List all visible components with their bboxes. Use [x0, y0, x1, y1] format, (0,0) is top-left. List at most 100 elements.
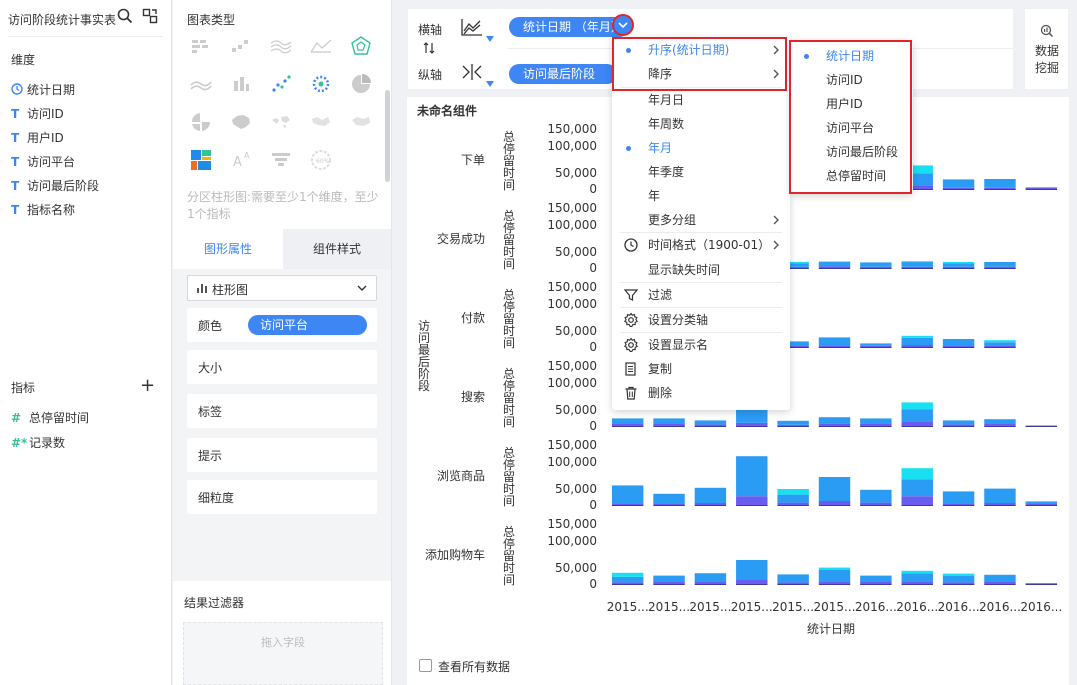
- bar-gray-icon[interactable]: [229, 72, 253, 96]
- color-property-row[interactable]: 颜色 访问平台: [187, 308, 377, 342]
- view-all-checkbox[interactable]: [419, 659, 432, 672]
- bar-segment: [1025, 187, 1058, 189]
- bar-segment: [942, 187, 975, 189]
- clock-icon: [11, 80, 27, 100]
- bar-segment: [736, 496, 768, 505]
- context-menu-item[interactable]: 更多分组: [612, 208, 790, 232]
- x-axis-field-pill[interactable]: 统计日期 （年月）: [509, 17, 629, 37]
- context-menu-item[interactable]: 年周数: [612, 112, 790, 136]
- treemap-icon[interactable]: [189, 148, 213, 172]
- y-tick-label: 150,000: [547, 280, 597, 294]
- context-menu-item[interactable]: 显示缺失时间: [612, 258, 790, 282]
- scatter-icon[interactable]: [269, 72, 293, 96]
- bar-segment: [901, 582, 933, 584]
- context-menu-item[interactable]: 复制: [612, 357, 790, 381]
- dimension-field[interactable]: T 访问最后阶段: [11, 176, 99, 196]
- sector-icon[interactable]: [189, 110, 213, 134]
- radar-icon[interactable]: [349, 34, 373, 58]
- context-menu-item[interactable]: 年月日: [612, 88, 790, 112]
- y-tick-label: 150,000: [547, 438, 597, 452]
- stacked-bar-icon[interactable]: [229, 34, 253, 58]
- dimension-field[interactable]: 统计日期: [11, 80, 75, 100]
- tab-chart-properties[interactable]: 图形属性: [173, 229, 283, 269]
- funnel-icon[interactable]: [269, 148, 293, 172]
- context-menu-item[interactable]: 删除: [612, 381, 790, 405]
- add-metric-icon[interactable]: +: [140, 377, 155, 395]
- multi-line-icon[interactable]: [269, 34, 293, 58]
- context-menu-item[interactable]: 时间格式（1900-01）: [612, 233, 790, 257]
- gauge-icon[interactable]: 60%: [309, 148, 333, 172]
- stream-icon[interactable]: [189, 72, 213, 96]
- inner-y-axis-label: 间: [503, 336, 515, 350]
- color-field-pill[interactable]: 访问平台: [248, 315, 367, 335]
- dimension-field[interactable]: T 访问ID: [11, 104, 64, 124]
- bar-segment: [777, 574, 809, 583]
- tab-component-style[interactable]: 组件样式: [283, 229, 391, 269]
- pie-icon[interactable]: [349, 72, 373, 96]
- data-mining-button[interactable]: 数据挖掘: [1024, 8, 1069, 90]
- field-dropdown-toggle[interactable]: [612, 14, 634, 36]
- panel-category-label: 下单: [461, 153, 485, 167]
- chart-subtype-select[interactable]: 柱形图: [187, 275, 377, 301]
- outer-y-axis-label: 段: [418, 378, 430, 393]
- x-tick-label: 2016...: [979, 600, 1021, 614]
- bubble-icon[interactable]: [309, 72, 333, 96]
- inner-y-axis-label: 间: [503, 178, 515, 192]
- context-menu-item[interactable]: 设置显示名: [612, 333, 790, 357]
- granularity-label: 细粒度: [198, 491, 235, 505]
- bar-segment: [653, 575, 685, 582]
- dimension-field[interactable]: T 用户ID: [11, 128, 64, 148]
- dimension-field[interactable]: T 访问平台: [11, 152, 75, 172]
- bar-segment: [984, 488, 1016, 503]
- dimension-field[interactable]: T 指标名称: [11, 200, 75, 220]
- highlight-sort-box: [612, 37, 787, 91]
- bar-segment: [942, 420, 975, 425]
- result-filter-area: 结果过滤器 拖入字段: [173, 582, 391, 685]
- line-chart-axis-icon[interactable]: [460, 17, 484, 40]
- context-menu-item[interactable]: 年月: [612, 136, 790, 160]
- area-icon[interactable]: [309, 34, 333, 58]
- dimension-label: 指标名称: [27, 203, 76, 217]
- bar-segment: [901, 421, 933, 426]
- chart-type-hint: 分区柱形图:需要至少1个维度，至少1个指标: [187, 190, 379, 221]
- tooltip-property-row[interactable]: 提示: [187, 438, 377, 472]
- bar-segment: [653, 582, 685, 584]
- y-axis-dropdown-icon[interactable]: [486, 76, 494, 90]
- trash-icon: [623, 385, 639, 401]
- context-menu-item[interactable]: 年季度: [612, 160, 790, 184]
- x-axis-title: 统计日期: [807, 622, 855, 636]
- context-menu-item[interactable]: 设置分类轴: [612, 308, 790, 332]
- switch-dataset-icon[interactable]: [142, 8, 158, 24]
- bar-segment: [818, 477, 851, 501]
- bar-segment: [818, 345, 851, 347]
- label-property-row[interactable]: 标签: [187, 394, 377, 428]
- gear-icon: [623, 337, 639, 353]
- size-property-row[interactable]: 大小: [187, 350, 377, 384]
- world-map-icon[interactable]: [269, 110, 293, 134]
- china-map-icon[interactable]: [229, 110, 253, 134]
- flow-map-icon[interactable]: [349, 110, 373, 134]
- horizontal-bar-axis-icon[interactable]: [460, 62, 484, 85]
- bar-segment: [860, 424, 892, 426]
- bar-segment: [984, 574, 1016, 582]
- granularity-property-row[interactable]: 细粒度: [187, 480, 377, 514]
- word-cloud-icon[interactable]: AA: [229, 148, 253, 172]
- metric-field[interactable]: #* 记录数: [11, 433, 65, 453]
- heat-map-icon[interactable]: [309, 110, 333, 134]
- context-menu-item[interactable]: 年: [612, 184, 790, 208]
- chart-title: 未命名组件: [417, 104, 478, 118]
- swap-axes-icon[interactable]: [423, 42, 435, 57]
- x-axis-dropdown-icon[interactable]: [486, 31, 494, 45]
- search-icon[interactable]: [117, 8, 133, 24]
- data-field-panel: 访问阶段统计事实表 维度 统计日期 T 访问ID T 用户ID T 访问平台 T 访问最后阶段 T…: [0, 0, 172, 685]
- bar-segment: [942, 573, 975, 576]
- grouped-bar-icon[interactable]: [189, 34, 213, 58]
- filter-drop-zone[interactable]: 拖入字段: [183, 622, 383, 685]
- bar-segment: [694, 487, 727, 503]
- y-axis-field-pill[interactable]: 访问最后阶段: [509, 64, 617, 84]
- chart-type-scrollbar[interactable]: [385, 90, 390, 182]
- y-tick-label: 150,000: [547, 201, 597, 215]
- context-menu-item[interactable]: 过滤: [612, 283, 790, 307]
- metric-field[interactable]: # 总停留时间: [11, 408, 89, 428]
- bar-segment: [942, 424, 975, 426]
